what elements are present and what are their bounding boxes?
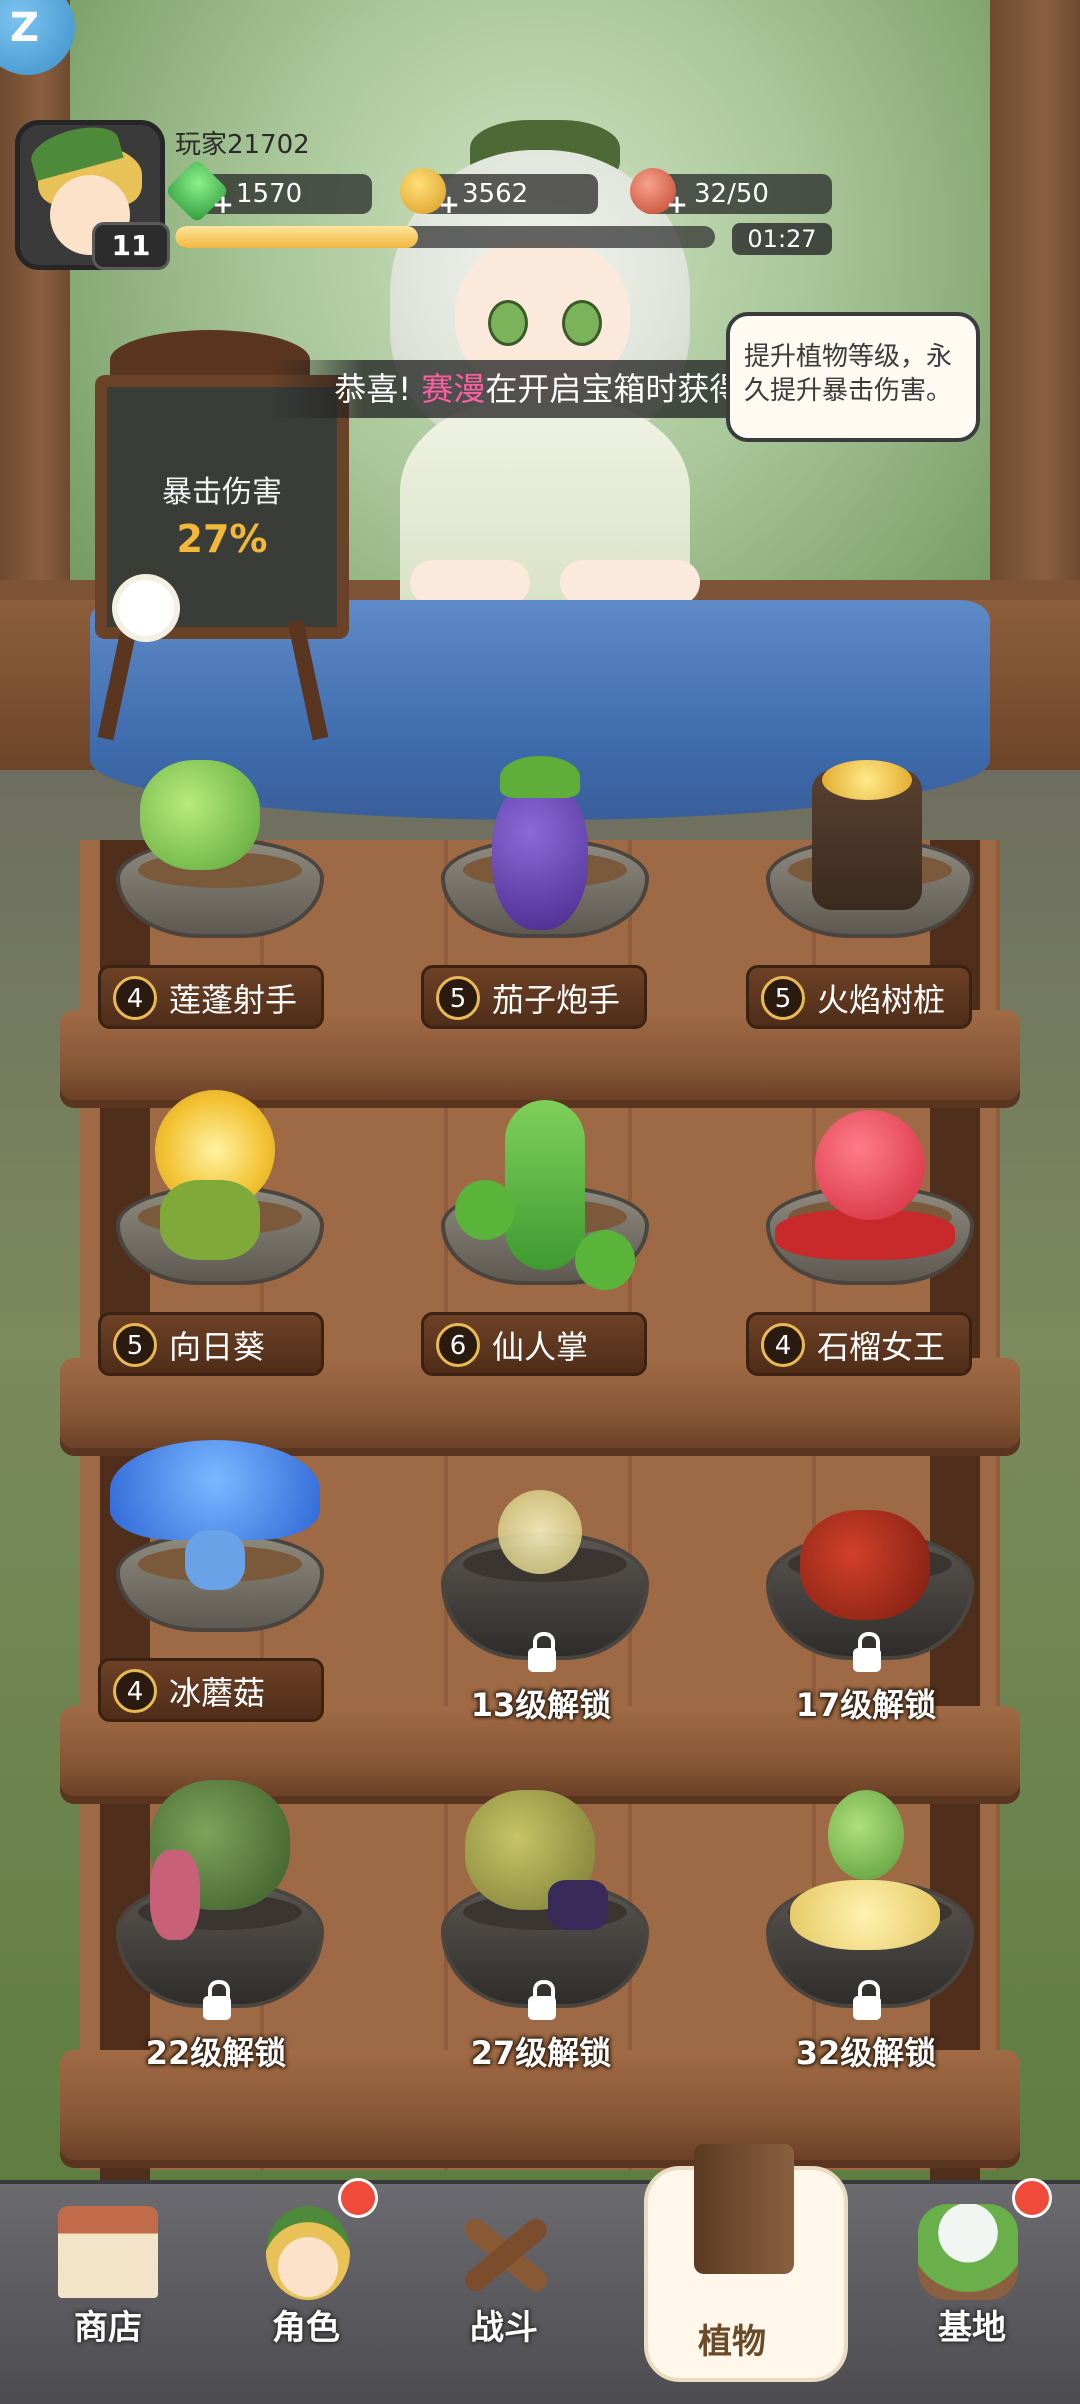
plant-name: 莲蓬射手 [169,981,298,1019]
nav-battle[interactable]: 战斗 [396,2184,612,2404]
stamina-counter[interactable]: + 32/50 [630,168,832,220]
ice-mushroom-sprite[interactable] [110,1440,320,1540]
xp-progress-bar [175,226,715,248]
lock-icon [853,1980,881,2020]
nav-shop[interactable]: 商店 [0,2184,216,2404]
character-icon [266,2206,350,2300]
locked-pumpkin-sprite [800,1510,930,1620]
coin-amount: 3562 [462,179,529,209]
lock-icon [528,1980,556,2020]
plant-card-0[interactable]: 4 莲蓬射手 [98,965,324,1029]
plant-name: 仙人掌 [492,1328,589,1366]
shopkeeper-eye [562,300,602,346]
unlock-level-label: 22级解锁 [145,2034,287,2072]
lock-icon [853,1632,881,1672]
nav-base[interactable]: 基地 [864,2178,1080,2404]
player-name: 玩家21702 [175,130,310,160]
locked-bulb-sprite [498,1490,582,1574]
unlock-level-label: 32级解锁 [795,2034,937,2072]
shopkeeper-arm [560,560,700,605]
eggplant-gunner-sprite[interactable] [492,780,588,930]
announcement-player: 赛漫 [421,370,486,408]
fire-stump-flame [822,760,912,800]
bottom-nav: 商店 角色 战斗 植物 基地 [0,2144,1080,2404]
menu-icon: Z [10,5,40,51]
stamina-amount: 32/50 [694,179,769,209]
unlock-level-label: 17级解锁 [795,1686,937,1724]
unlock-level-label: 27级解锁 [470,2034,612,2072]
locked-lotus-sprite [790,1880,940,1950]
gem-amount: 1570 [236,179,303,209]
speech-bubble: 提升植物等级，永久提升暴击伤害。 [726,312,980,442]
notification-badge [338,2178,378,2218]
player-level-badge: 11 [92,222,170,270]
xp-progress-fill [175,226,418,248]
plant-level: 5 [761,976,805,1020]
plant-card-5[interactable]: 4 石榴女王 [746,1312,972,1376]
announcement-prefix: 恭喜! [334,370,412,408]
flower-icon [118,580,174,636]
nav-label: 植物 [698,2322,766,2362]
pomegranate-queen-sprite[interactable] [815,1110,925,1220]
notification-badge [1012,2178,1052,2218]
plant-level: 4 [761,1323,805,1367]
plant-level: 4 [113,1669,157,1713]
plant-card-1[interactable]: 5 茄子炮手 [421,965,647,1029]
cactus-arm [575,1230,635,1290]
plus-icon: + [212,190,234,220]
nav-label: 战斗 [470,2308,538,2348]
lotus-shooter-sprite[interactable] [140,760,260,870]
base-icon [918,2204,1018,2300]
nav-label: 基地 [938,2308,1006,2348]
plus-icon: + [666,190,688,220]
plant-level: 5 [113,1323,157,1367]
plant-level: 4 [113,976,157,1020]
board-title: 暴击伤害 [162,475,282,510]
cactus-sprite[interactable] [505,1100,585,1270]
cactus-arm [455,1180,515,1240]
ice-mushroom-stem [185,1530,245,1590]
nav-label: 商店 [74,2308,142,2348]
sunflower-body [160,1180,260,1260]
nav-character[interactable]: 角色 [198,2178,414,2404]
magic-hat [548,1880,608,1930]
coin-counter[interactable]: + 3562 [400,168,598,220]
stamina-timer: 01:27 [732,223,832,255]
lock-icon [528,1632,556,1672]
lotus-sprout-head [828,1790,904,1880]
plant-name: 向日葵 [169,1328,266,1366]
nav-label: 角色 [272,2308,340,2348]
shopkeeper-arm [410,560,530,605]
plant-level: 6 [436,1323,480,1367]
plant-level: 5 [436,976,480,1020]
plant-card-6[interactable]: 4 冰蘑菇 [98,1658,324,1722]
gem-counter[interactable]: + 1570 [164,158,372,224]
plus-icon: + [438,190,460,220]
plant-card-2[interactable]: 5 火焰树桩 [746,965,972,1029]
shop-icon [58,2206,158,2298]
shopkeeper-eye [488,300,528,346]
plant-name: 茄子炮手 [492,981,621,1019]
nav-plants[interactable]: 植物 [624,2144,848,2404]
eggplant-leaf-hat [500,756,580,798]
plant-name: 冰蘑菇 [169,1674,266,1712]
board-value: 27% [176,517,268,561]
plant-card-4[interactable]: 6 仙人掌 [421,1312,647,1376]
frog-tongue [150,1850,200,1940]
plant-card-3[interactable]: 5 向日葵 [98,1312,324,1376]
plant-name: 火焰树桩 [817,981,946,1019]
plant-book-icon [694,2144,794,2274]
lock-icon [203,1980,231,2020]
plant-name: 石榴女王 [817,1328,946,1366]
unlock-level-label: 13级解锁 [470,1686,612,1724]
